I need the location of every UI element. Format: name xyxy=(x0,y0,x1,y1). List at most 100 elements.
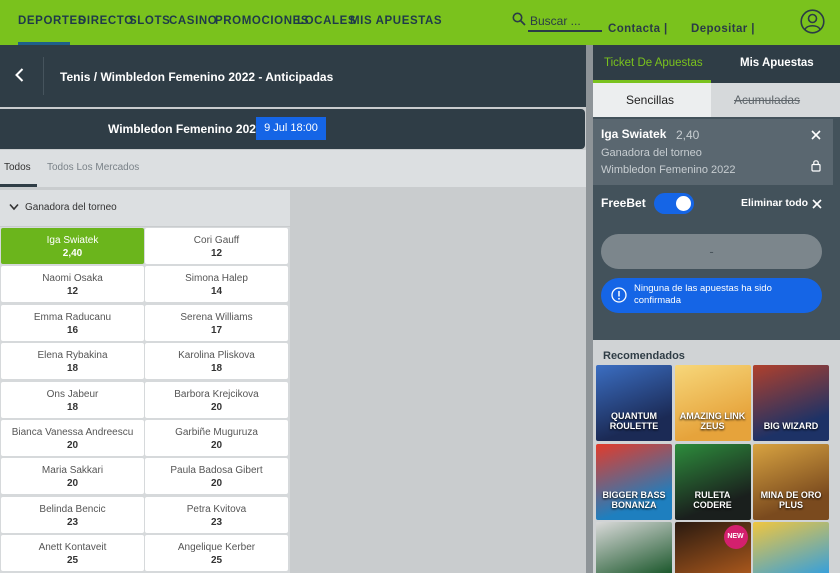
game-tile[interactable]: MUMMYNEW xyxy=(674,522,751,573)
info-message: Ninguna de las apuestas ha sido confirma… xyxy=(634,283,772,306)
bet-odds: 2,40 xyxy=(676,128,700,142)
game-tile[interactable]: QUANTUM ROULETTE xyxy=(596,365,672,441)
nav-casino[interactable]: CASINO xyxy=(169,15,217,27)
nav-directo[interactable]: DIRECTO xyxy=(78,15,134,27)
selection-name: Petra Kvitova xyxy=(186,503,247,515)
deposit-link[interactable]: Depositar | xyxy=(691,23,755,35)
selection-odds: 20 xyxy=(66,478,79,490)
selection-name: Maria Sakkari xyxy=(41,465,104,477)
remove-bet-close-icon[interactable] xyxy=(810,129,822,141)
odds-selection[interactable]: Angelique Kerber 25 xyxy=(145,535,288,572)
game-tile[interactable]: BIG WIZARD xyxy=(753,365,829,441)
selection-name: Anett Kontaveit xyxy=(38,542,107,554)
contact-link[interactable]: Contacta | xyxy=(608,23,668,35)
game-title: RULETA CODERE xyxy=(693,489,732,510)
selection-name: Karolina Pliskova xyxy=(178,350,255,362)
page-title: Tenis / Wimbledon Femenino 2022 - Antici… xyxy=(60,70,334,84)
stake-input[interactable]: - xyxy=(601,234,822,269)
game-tile[interactable]: RULETA CODERE xyxy=(674,443,751,520)
user-avatar-icon[interactable] xyxy=(800,9,825,34)
odds-selection[interactable]: Serena Williams 17 xyxy=(145,304,288,341)
odds-selection[interactable]: Emma Raducanu 16 xyxy=(1,304,144,341)
selection-name: Serena Williams xyxy=(180,311,253,323)
nav-mis-apuestas[interactable]: MIS APUESTAS xyxy=(350,15,442,27)
selection-name: Naomi Osaka xyxy=(42,273,103,285)
selection-name: Emma Raducanu xyxy=(33,311,112,323)
selection-odds: 16 xyxy=(66,324,79,336)
game-title: QUANTUM ROULETTE xyxy=(609,411,659,431)
odds-selection[interactable]: Elena Rybakina 18 xyxy=(1,343,144,380)
top-nav: DEPORTES DIRECTO SLOTS CASINO PROMOCIONE… xyxy=(0,0,840,45)
game-tile[interactable]: AMAZING LINK ZEUS xyxy=(674,365,751,441)
nav-locales[interactable]: LOCALES xyxy=(297,15,356,27)
odds-selection[interactable]: Ons Jabeur 18 xyxy=(1,381,144,418)
game-tile[interactable] xyxy=(753,522,829,573)
search-icon[interactable] xyxy=(512,12,526,26)
selection-name: Ons Jabeur xyxy=(46,388,99,400)
selection-odds: 20 xyxy=(210,440,223,451)
odds-selection[interactable]: Belinda Bencic 23 xyxy=(1,496,144,533)
odds-selection[interactable]: Karolina Pliskova 18 xyxy=(145,343,288,380)
odds-selection[interactable]: Barbora Krejcikova 20 xyxy=(145,381,288,418)
mode-sencillas[interactable]: Sencillas xyxy=(626,93,674,107)
event-date-badge: 9 Jul 18:00 xyxy=(256,117,326,140)
selection-odds: 25 xyxy=(66,555,79,567)
selection-odds: 14 xyxy=(210,286,223,298)
odds-selection[interactable]: Simona Halep 14 xyxy=(145,266,288,303)
mode-acumuladas[interactable]: Acumuladas xyxy=(734,93,800,107)
odds-selection[interactable]: Iga Swiatek 2,40 xyxy=(1,228,144,264)
odds-grid: Iga Swiatek 2,40 Cori Gauff 12 Naomi Osaka 12… xyxy=(0,227,290,573)
game-tile[interactable]: CASHBACK xyxy=(596,522,672,573)
selection-name: Barbora Krejcikova xyxy=(174,388,259,400)
game-tile[interactable]: MINA DE ORO PLUS xyxy=(753,443,829,520)
back-arrow-icon[interactable] xyxy=(10,65,30,85)
remove-all-close-icon[interactable] xyxy=(811,198,823,210)
odds-selection[interactable]: Petra Kvitova 23 xyxy=(145,496,288,533)
selection-odds: 20 xyxy=(210,401,223,413)
selection-name: Bianca Vanessa Andreescu xyxy=(11,427,134,438)
market-title: Ganadora del torneo xyxy=(25,202,117,213)
tab-mis-apuestas[interactable]: Mis Apuestas xyxy=(740,57,814,69)
selection-odds: 23 xyxy=(66,516,79,528)
game-title: BIGGER BASS BONANZA xyxy=(602,489,666,510)
bet-event: Wimbledon Femenino 2022 xyxy=(601,164,736,176)
selection-odds: 20 xyxy=(210,478,223,490)
info-icon xyxy=(611,287,627,303)
odds-selection[interactable]: Anett Kontaveit 25 xyxy=(1,535,144,572)
nav-promociones[interactable]: PROMOCIONES xyxy=(215,15,309,27)
odds-selection[interactable]: Naomi Osaka 12 xyxy=(1,266,144,303)
selection-name: Garbiñe Muguruza xyxy=(175,427,258,438)
game-title: BIG WIZARD xyxy=(763,421,819,431)
game-tile[interactable]: BIGGER BASS BONANZA xyxy=(596,443,672,520)
game-title: MINA DE ORO PLUS xyxy=(760,489,822,510)
odds-selection[interactable]: Garbiñe Muguruza 20 xyxy=(145,420,288,456)
tab-todos-los-mercados[interactable]: Todos Los Mercados xyxy=(47,162,139,173)
selection-odds: 12 xyxy=(66,286,79,298)
freebet-toggle[interactable] xyxy=(654,193,694,214)
odds-selection[interactable]: Bianca Vanessa Andreescu 20 xyxy=(1,420,144,456)
search-input[interactable]: Buscar ... xyxy=(530,14,581,28)
odds-selection[interactable]: Maria Sakkari 20 xyxy=(1,458,144,495)
selection-odds: 23 xyxy=(210,516,223,528)
tab-ticket-de-apuestas[interactable]: Ticket De Apuestas xyxy=(604,57,703,69)
selection-odds: 12 xyxy=(210,248,223,259)
remove-all-link[interactable]: Eliminar todo xyxy=(741,197,808,209)
new-badge: NEW xyxy=(723,525,748,549)
chevron-down-icon[interactable] xyxy=(8,202,20,212)
selection-name: Elena Rybakina xyxy=(37,350,108,362)
nav-slots[interactable]: SLOTS xyxy=(129,15,170,27)
toggle-knob xyxy=(676,196,691,211)
selection-name: Angelique Kerber xyxy=(177,542,256,554)
selection-odds: 20 xyxy=(66,440,79,451)
breadcrumb-divider xyxy=(43,57,44,95)
odds-selection[interactable]: Cori Gauff 12 xyxy=(145,228,288,264)
nav-deportes[interactable]: DEPORTES xyxy=(18,15,86,27)
game-title: AMAZING LINK ZEUS xyxy=(679,411,746,431)
event-name: Wimbledon Femenino 2022 xyxy=(108,122,263,136)
lock-icon xyxy=(811,160,821,172)
bet-player-name: Iga Swiatek xyxy=(601,127,667,141)
tab-todos[interactable]: Todos xyxy=(4,162,31,173)
selection-name: Simona Halep xyxy=(185,273,248,285)
odds-selection[interactable]: Paula Badosa Gibert 20 xyxy=(145,458,288,495)
selection-odds: 18 xyxy=(66,363,79,375)
